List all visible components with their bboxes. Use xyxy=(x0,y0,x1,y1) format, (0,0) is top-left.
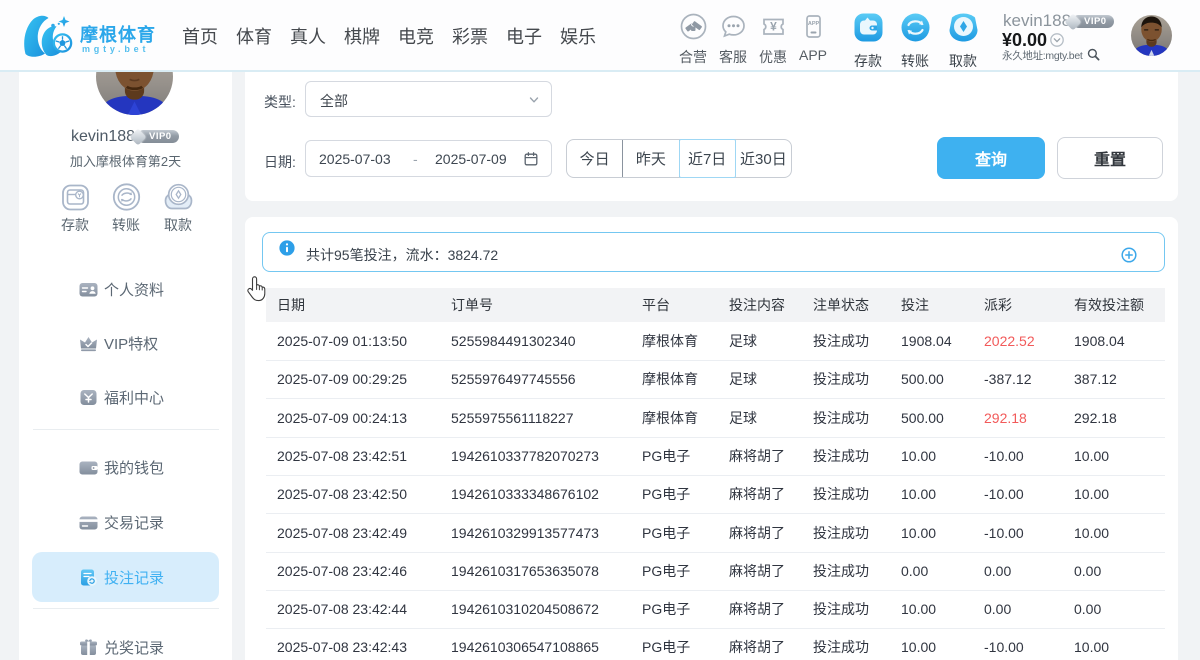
svg-text:¥: ¥ xyxy=(770,20,777,34)
svg-text:APP: APP xyxy=(807,21,819,27)
